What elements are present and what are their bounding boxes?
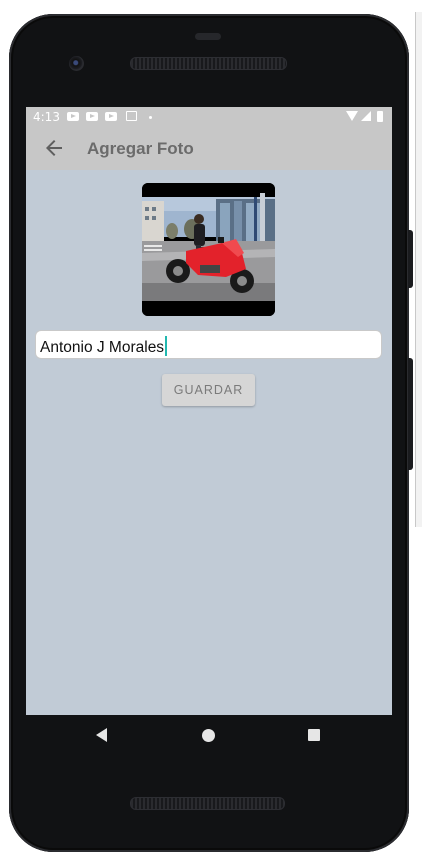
youtube-notification-icon	[105, 112, 117, 121]
front-camera	[69, 56, 84, 71]
wifi-icon	[346, 111, 358, 121]
nav-home-icon[interactable]	[202, 729, 215, 742]
save-button[interactable]: GUARDAR	[162, 374, 255, 406]
window-edge-strip	[415, 12, 422, 527]
status-bar: 4:13	[26, 107, 392, 127]
text-caret	[165, 336, 168, 356]
volume-rocker	[408, 358, 413, 470]
top-speaker-grille	[130, 57, 287, 70]
nav-recents-icon[interactable]	[308, 729, 320, 741]
gmail-icon	[126, 111, 137, 121]
bottom-speaker-grille	[130, 797, 285, 810]
app-bar: Agregar Foto	[26, 127, 392, 170]
youtube-notification-icon	[67, 112, 79, 121]
more-notifications-dot-icon	[149, 116, 152, 119]
power-button	[408, 230, 413, 288]
youtube-notification-icon	[86, 112, 98, 121]
name-input-value: Antonio J Morales	[40, 339, 165, 356]
photo-preview[interactable]	[142, 183, 275, 316]
nav-back-icon[interactable]	[96, 728, 107, 742]
name-input[interactable]: Antonio J Morales	[35, 330, 382, 359]
arrow-left-icon[interactable]	[42, 136, 66, 160]
cell-signal-icon	[361, 111, 371, 121]
motorcycle-photo	[142, 183, 275, 316]
status-time: 4:13	[33, 110, 60, 124]
battery-icon	[377, 111, 383, 122]
device-screen: 4:13 Agregar Foto Antonio J Morales GUAR…	[26, 107, 392, 715]
earpiece	[195, 33, 221, 40]
page-title: Agregar Foto	[87, 139, 194, 158]
